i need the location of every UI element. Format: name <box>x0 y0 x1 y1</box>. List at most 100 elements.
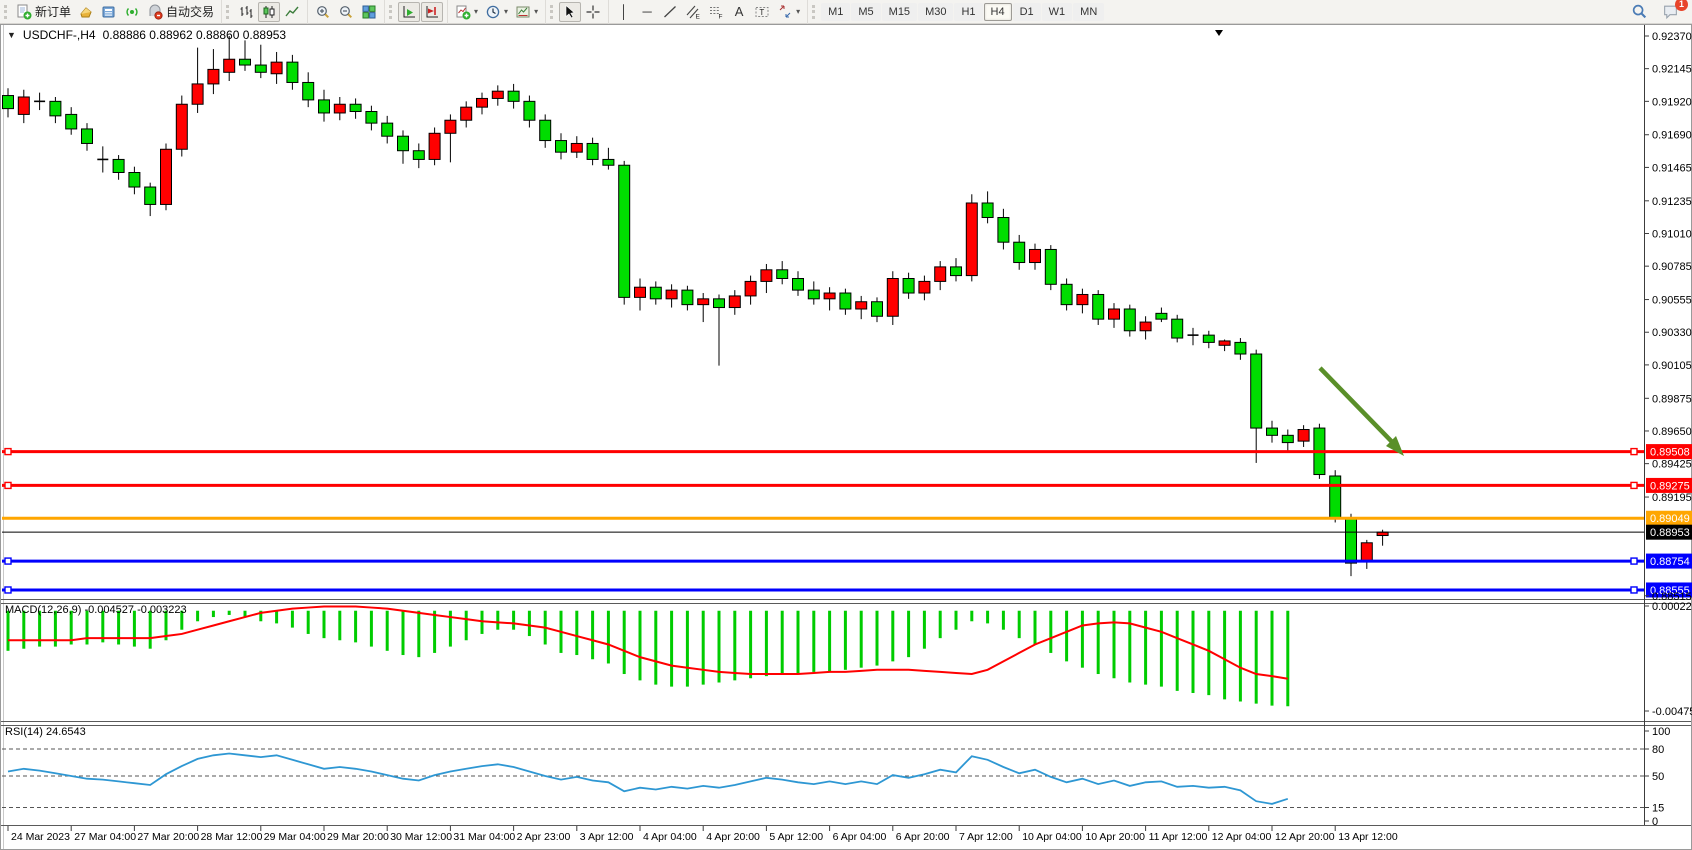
time-tick-label[interactable]: 13 Apr 12:00 <box>1338 831 1398 843</box>
time-tick-label[interactable]: 10 Apr 20:00 <box>1085 831 1145 843</box>
candle-body <box>761 270 772 282</box>
candle-body <box>1330 476 1341 518</box>
candle-body <box>1140 322 1151 331</box>
candle-body <box>350 104 361 111</box>
bar-chart-button[interactable] <box>235 2 257 22</box>
auto-trading-button[interactable]: 自动交易 <box>144 2 217 22</box>
timeframe-button-h4[interactable]: H4 <box>984 3 1012 21</box>
price-tick-label: 0.89650 <box>1652 426 1692 438</box>
candle-body <box>903 279 914 294</box>
level-handle-icon[interactable] <box>1631 482 1637 488</box>
market-depth-button[interactable] <box>98 2 120 22</box>
time-tick-label[interactable]: 3 Apr 12:00 <box>580 831 634 843</box>
time-tick-label[interactable]: 31 Mar 04:00 <box>453 831 515 843</box>
timeframe-button-m1[interactable]: M1 <box>821 3 850 21</box>
price-tick-label: 0.91010 <box>1652 228 1692 240</box>
fibonacci-button[interactable]: F <box>705 2 727 22</box>
level-handle-icon[interactable] <box>5 587 11 593</box>
candle-body <box>1346 518 1357 563</box>
candle-body <box>650 287 661 299</box>
macd-axis-label: -0.004753 <box>1652 706 1692 718</box>
time-tick-label[interactable]: 12 Apr 04:00 <box>1212 831 1272 843</box>
time-tick-label[interactable]: 2 Apr 23:00 <box>517 831 571 843</box>
timeframe-button-m5[interactable]: M5 <box>851 3 880 21</box>
zoom-in-button[interactable] <box>312 2 334 22</box>
periods-button[interactable]: ▾ <box>482 2 511 22</box>
level-handle-icon[interactable] <box>1631 558 1637 564</box>
candlestick-chart-button[interactable] <box>258 2 280 22</box>
chart-shift-button[interactable] <box>421 2 443 22</box>
chart-canvas[interactable]: 0.895080.892750.890490.889530.887540.885… <box>0 24 1692 850</box>
time-tick-label[interactable]: 29 Mar 04:00 <box>264 831 326 843</box>
time-tick-label[interactable]: 4 Apr 04:00 <box>643 831 697 843</box>
text-label-button[interactable]: T <box>751 2 773 22</box>
time-tick-label[interactable]: 29 Mar 20:00 <box>327 831 389 843</box>
vertical-line-button[interactable]: │ <box>613 2 635 22</box>
indicators-caret-icon: ▾ <box>474 7 478 16</box>
level-handle-icon[interactable] <box>5 558 11 564</box>
auto-scroll-button[interactable] <box>398 2 420 22</box>
level-handle-icon[interactable] <box>5 449 11 455</box>
level-handle-icon[interactable] <box>5 482 11 488</box>
new-chart-button[interactable] <box>75 2 97 22</box>
crosshair-button[interactable] <box>582 2 604 22</box>
text-button[interactable]: A <box>728 2 750 22</box>
time-tick-label[interactable]: 7 Apr 12:00 <box>959 831 1013 843</box>
notifications-button[interactable]: 1 <box>1659 2 1682 22</box>
tile-windows-button[interactable] <box>358 2 380 22</box>
level-handle-icon[interactable] <box>1631 449 1637 455</box>
timeframe-button-h1[interactable]: H1 <box>954 3 982 21</box>
svg-text:T: T <box>759 8 764 17</box>
time-tick-label[interactable]: 5 Apr 12:00 <box>769 831 823 843</box>
arrows-button[interactable]: ▾ <box>774 2 803 22</box>
candle-body <box>571 143 582 152</box>
time-tick-label[interactable]: 27 Mar 20:00 <box>137 831 199 843</box>
time-tick-label[interactable]: 27 Mar 04:00 <box>74 831 136 843</box>
svg-text:F: F <box>719 13 723 20</box>
time-tick-label[interactable]: 24 Mar 2023 <box>11 831 70 843</box>
trendline-button[interactable] <box>659 2 681 22</box>
candle-body <box>176 104 187 149</box>
time-tick-label[interactable]: 6 Apr 20:00 <box>896 831 950 843</box>
clock-icon <box>485 4 501 20</box>
time-tick-label[interactable]: 4 Apr 20:00 <box>706 831 760 843</box>
line-chart-button[interactable] <box>281 2 303 22</box>
candle-body <box>824 293 835 299</box>
timeframe-button-m30[interactable]: M30 <box>918 3 953 21</box>
new-order-button[interactable]: 新订单 <box>13 2 74 22</box>
time-tick-label[interactable]: 30 Mar 12:00 <box>390 831 452 843</box>
chart-menu-icon[interactable]: ▼ <box>7 30 16 40</box>
candle-body <box>1077 294 1088 304</box>
candle-body <box>319 100 330 113</box>
timeframe-button-m15[interactable]: M15 <box>882 3 917 21</box>
candle-body <box>919 281 930 293</box>
trendline-icon <box>662 4 678 20</box>
templates-caret-icon: ▾ <box>534 7 538 16</box>
candle-body <box>1203 335 1214 342</box>
candle-body <box>1267 428 1278 435</box>
level-handle-icon[interactable] <box>1631 587 1637 593</box>
time-tick-label[interactable]: 28 Mar 12:00 <box>201 831 263 843</box>
cursor-button[interactable] <box>559 2 581 22</box>
chart-shift-icon <box>424 4 440 20</box>
timeframe-button-w1[interactable]: W1 <box>1042 3 1073 21</box>
time-tick-label[interactable]: 6 Apr 04:00 <box>833 831 887 843</box>
candle-body <box>145 187 156 204</box>
time-tick-label[interactable]: 12 Apr 20:00 <box>1275 831 1335 843</box>
zoom-out-button[interactable] <box>335 2 357 22</box>
time-tick-label[interactable]: 10 Apr 04:00 <box>1022 831 1082 843</box>
search-button[interactable] <box>1628 2 1651 22</box>
indicators-button[interactable]: ▾ <box>452 2 481 22</box>
timeframe-button-mn[interactable]: MN <box>1073 3 1104 21</box>
price-tick-label: 0.90330 <box>1652 327 1692 339</box>
candle-body <box>18 97 29 114</box>
horizontal-line-button[interactable]: ─ <box>636 2 658 22</box>
time-tick-label[interactable]: 11 Apr 12:00 <box>1149 831 1208 843</box>
candle-body <box>1093 294 1104 319</box>
signals-button[interactable] <box>121 2 143 22</box>
timeframe-button-d1[interactable]: D1 <box>1013 3 1041 21</box>
templates-button[interactable]: ▾ <box>512 2 541 22</box>
candle-body <box>366 112 377 124</box>
equidistant-channel-button[interactable]: E <box>682 2 704 22</box>
indicators-icon <box>455 4 471 20</box>
